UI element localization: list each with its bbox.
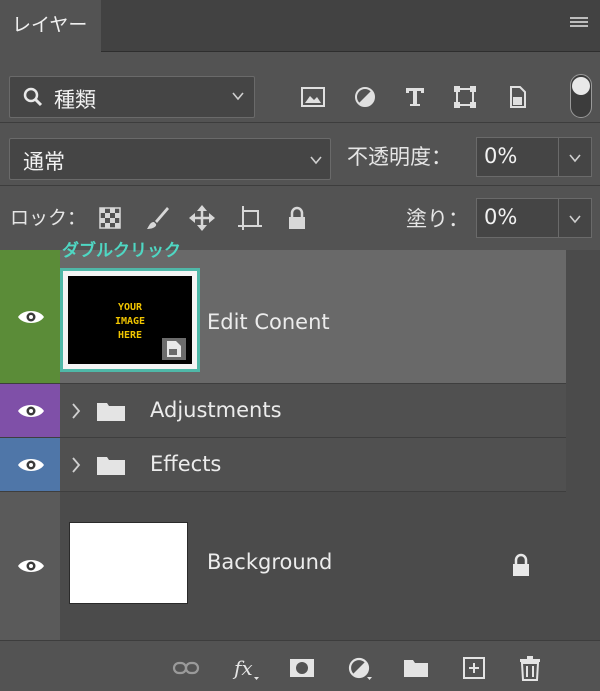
layer-name[interactable]: Effects bbox=[150, 452, 221, 476]
fill-dropdown-button[interactable] bbox=[558, 198, 592, 238]
layer-name[interactable]: Background bbox=[207, 550, 332, 574]
eye-icon[interactable] bbox=[17, 402, 45, 420]
lock-label: ロック： bbox=[10, 207, 87, 229]
lock-transparent-pixels-icon[interactable] bbox=[96, 204, 124, 232]
delete-layer-icon[interactable] bbox=[516, 655, 544, 681]
panel-menu-icon[interactable] bbox=[570, 17, 588, 31]
filter-toggle-switch[interactable] bbox=[570, 74, 592, 118]
adjustment-filter-icon[interactable] bbox=[350, 83, 380, 111]
svg-text:fx: fx bbox=[232, 656, 253, 680]
svg-text:YOUR: YOUR bbox=[118, 302, 143, 313]
filter-row: 種類 bbox=[0, 52, 600, 122]
layer-row-background[interactable]: Background bbox=[0, 492, 566, 640]
add-mask-icon[interactable] bbox=[288, 655, 316, 681]
lock-image-pixels-icon[interactable] bbox=[144, 204, 172, 232]
image-filter-icon[interactable] bbox=[298, 83, 328, 111]
opacity-input[interactable]: 0% bbox=[476, 137, 560, 177]
layer-name[interactable]: Edit Conent bbox=[207, 310, 330, 334]
link-layers-icon[interactable] bbox=[172, 655, 200, 681]
layer-row-adjustments[interactable]: Adjustments bbox=[0, 384, 566, 438]
tab-layers-label: レイヤー bbox=[12, 14, 88, 36]
blend-mode-label: 通常 bbox=[23, 150, 65, 174]
opacity-label: 不透明度： bbox=[347, 145, 452, 169]
layer-color-tag bbox=[0, 384, 60, 437]
panel-tab-bar: レイヤー bbox=[0, 0, 600, 52]
layer-color-tag bbox=[0, 438, 60, 491]
type-filter-icon[interactable] bbox=[400, 83, 430, 111]
chevron-down-icon bbox=[569, 154, 581, 163]
filter-kind-select[interactable]: 種類 bbox=[9, 76, 255, 118]
shape-filter-icon[interactable] bbox=[450, 83, 480, 111]
layer-thumbnail-frame[interactable]: YOUR IMAGE HERE bbox=[60, 268, 200, 372]
chevron-down-icon bbox=[569, 215, 581, 224]
fill-label: 塗り： bbox=[406, 207, 469, 231]
layer-thumbnail-image: YOUR IMAGE HERE bbox=[68, 276, 192, 364]
lock-position-icon[interactable] bbox=[188, 204, 216, 232]
new-layer-icon[interactable] bbox=[460, 655, 488, 681]
layer-color-tag bbox=[0, 250, 60, 383]
layer-effects-icon[interactable]: fx bbox=[232, 655, 260, 681]
layer-row-edit-content[interactable]: YOUR IMAGE HERE Edit Conent bbox=[0, 250, 566, 384]
search-icon bbox=[23, 87, 43, 107]
new-group-icon[interactable] bbox=[402, 655, 430, 681]
layer-row-effects[interactable]: Effects bbox=[0, 438, 566, 492]
layers-bottom-bar: fx bbox=[0, 640, 600, 691]
chevron-down-icon bbox=[310, 156, 322, 165]
filter-kind-label: 種類 bbox=[54, 88, 96, 112]
new-adjustment-layer-icon[interactable] bbox=[346, 655, 374, 681]
blend-row: 通常 不透明度： 0% bbox=[0, 122, 600, 186]
tab-layers[interactable]: レイヤー bbox=[0, 0, 101, 52]
fill-input[interactable]: 0% bbox=[476, 198, 560, 238]
fill-value: 0% bbox=[484, 205, 518, 229]
expand-chevron-icon[interactable] bbox=[70, 456, 82, 474]
svg-text:HERE: HERE bbox=[118, 330, 142, 341]
blend-mode-select[interactable]: 通常 bbox=[9, 138, 331, 180]
folder-icon bbox=[97, 457, 125, 475]
svg-text:IMAGE: IMAGE bbox=[115, 316, 145, 327]
layer-name[interactable]: Adjustments bbox=[150, 398, 282, 422]
chevron-down-icon bbox=[232, 92, 244, 101]
eye-icon[interactable] bbox=[17, 456, 45, 474]
opacity-value: 0% bbox=[484, 144, 518, 168]
background-thumbnail[interactable] bbox=[69, 522, 188, 604]
double-click-callout: ダブルクリック bbox=[62, 241, 181, 261]
layer-color-tag bbox=[0, 492, 60, 640]
lock-all-icon[interactable] bbox=[283, 204, 311, 232]
folder-icon bbox=[97, 403, 125, 421]
opacity-dropdown-button[interactable] bbox=[558, 137, 592, 177]
eye-icon[interactable] bbox=[17, 557, 45, 575]
eye-icon[interactable] bbox=[17, 308, 45, 326]
expand-chevron-icon[interactable] bbox=[70, 402, 82, 420]
lock-icon bbox=[513, 553, 529, 576]
smart-object-filter-icon[interactable] bbox=[502, 83, 532, 111]
lock-artboard-icon[interactable] bbox=[236, 204, 264, 232]
layers-list: YOUR IMAGE HERE Edit Conent Adjustments … bbox=[0, 250, 600, 640]
